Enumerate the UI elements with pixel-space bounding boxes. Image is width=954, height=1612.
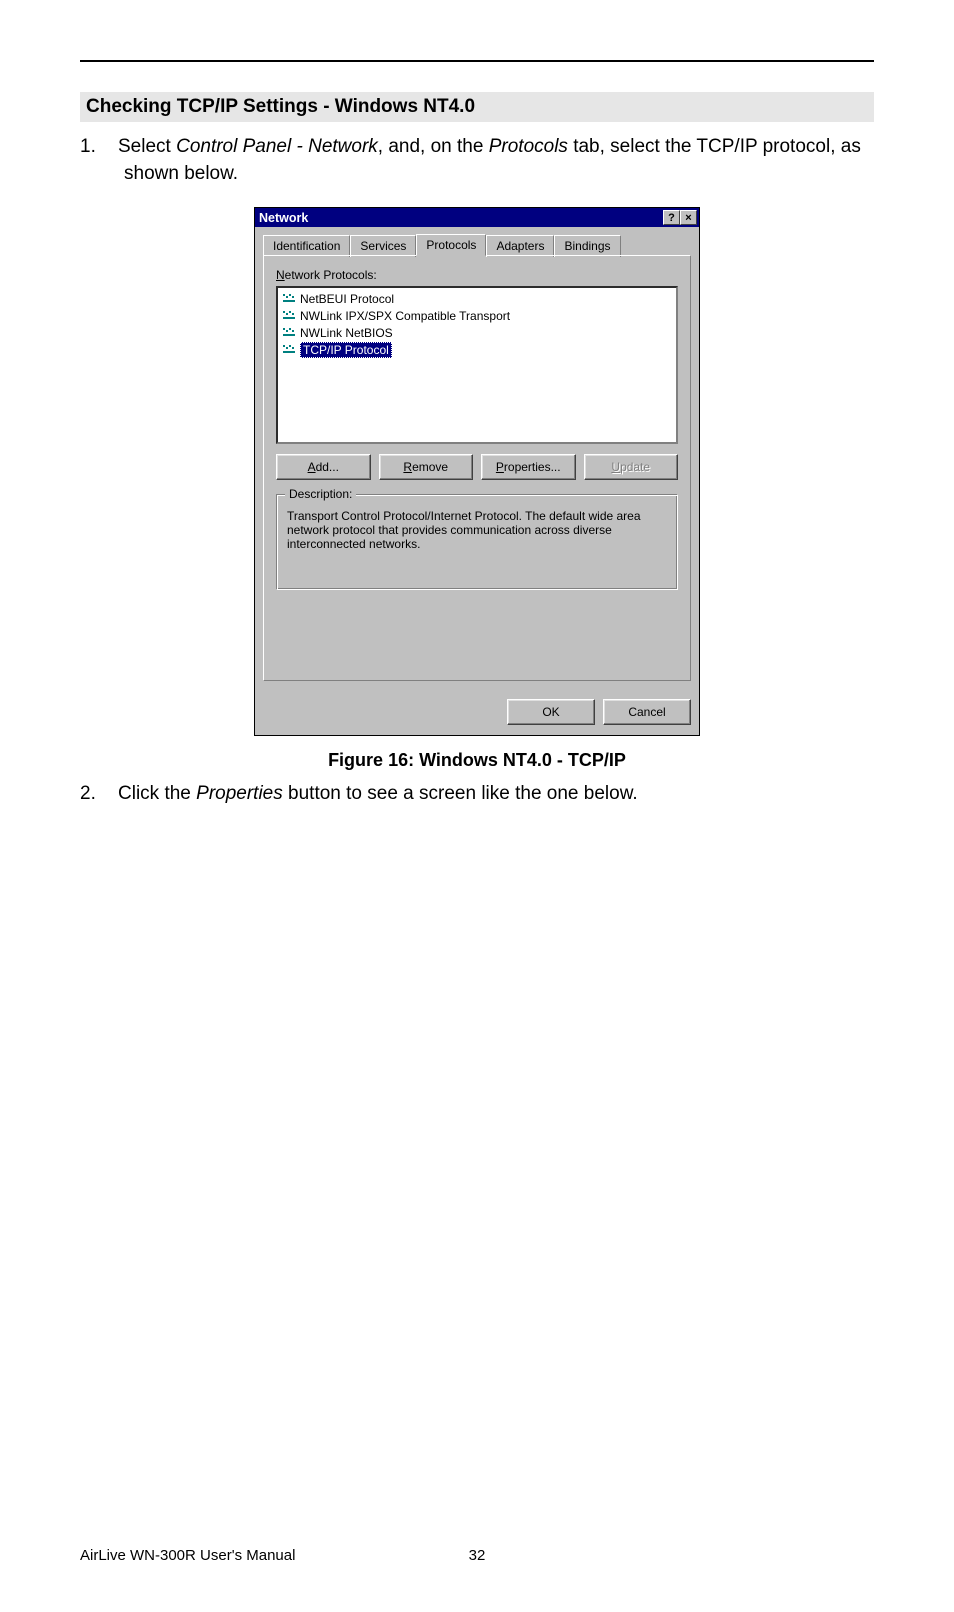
description-text: Transport Control Protocol/Internet Prot… [287,509,667,551]
close-icon: × [685,212,691,224]
tab-identification[interactable]: Identification [263,235,350,257]
list-item-selected[interactable]: TCP/IP Protocol [280,341,674,358]
step-1: 1.Select Control Panel - Network, and, o… [80,134,874,187]
figure-caption: Figure 16: Windows NT4.0 - TCP/IP [80,750,874,771]
help-button[interactable]: ? [663,210,680,225]
tab-services[interactable]: Services [350,235,416,257]
step-2-text-b: button to see a screen like the one belo… [283,783,638,804]
list-item[interactable]: NWLink NetBIOS [280,324,674,341]
btn-label: dd... [316,460,339,474]
remove-button[interactable]: Remove [379,454,474,480]
list-item-label: NetBEUI Protocol [300,292,394,306]
btn-label: pdate [620,460,650,474]
titlebar-text: Network [259,211,308,225]
footer-text: AirLive WN-300R User's Manual [80,1547,295,1564]
step-1-em2: Protocols [489,136,568,157]
tab-protocols[interactable]: Protocols [416,234,486,256]
ok-button[interactable]: OK [507,699,595,725]
step-1-text-b: , and, on the [378,136,489,157]
protocols-panel: Network Protocols: NetBEUI Protocol NWLi… [263,255,691,681]
protocol-icon [282,309,296,323]
accel: R [403,460,412,474]
protocols-listbox[interactable]: NetBEUI Protocol NWLink IPX/SPX Compatib… [276,286,678,444]
close-button[interactable]: × [680,210,697,225]
btn-label: roperties... [504,460,561,474]
accel: U [611,460,620,474]
network-dialog-figure: Network ? × Identification Services Prot… [254,207,700,736]
protocol-icon [282,292,296,306]
help-icon: ? [668,212,675,224]
step-1-em1: Control Panel - Network [176,136,378,157]
protocol-icon [282,343,296,357]
properties-button[interactable]: Properties... [481,454,576,480]
list-item-label: NWLink NetBIOS [300,326,393,340]
tab-bindings[interactable]: Bindings [554,235,620,257]
section-heading: Checking TCP/IP Settings - Windows NT4.0 [80,92,874,122]
list-item[interactable]: NetBEUI Protocol [280,290,674,307]
btn-label: emove [412,460,448,474]
accel: A [308,460,316,474]
protocol-icon [282,326,296,340]
step-2-number: 2. [80,781,118,808]
network-protocols-label: Network Protocols: [276,268,678,282]
cancel-button[interactable]: Cancel [603,699,691,725]
top-rule [80,60,874,62]
titlebar[interactable]: Network ? × [255,208,699,227]
step-1-text-a: Select [118,136,176,157]
page-number: 32 [469,1547,486,1564]
accel: P [496,460,504,474]
list-item-label: NWLink IPX/SPX Compatible Transport [300,309,510,323]
add-button[interactable]: Add... [276,454,371,480]
step-2-text-a: Click the [118,783,196,804]
list-item[interactable]: NWLink IPX/SPX Compatible Transport [280,307,674,324]
list-item-label: TCP/IP Protocol [300,342,392,358]
tab-adapters[interactable]: Adapters [486,235,554,257]
step-2-em: Properties [196,783,283,804]
description-legend: Description: [285,487,356,501]
label-accel: N [276,268,285,282]
step-2: 2.Click the Properties button to see a s… [80,781,874,808]
step-1-number: 1. [80,134,118,161]
update-button: Update [584,454,679,480]
label-rest: etwork Protocols: [285,268,377,282]
network-dialog: Network ? × Identification Services Prot… [254,207,700,736]
description-groupbox: Description: Transport Control Protocol/… [276,494,678,590]
tab-strip: Identification Services Protocols Adapte… [263,233,691,256]
